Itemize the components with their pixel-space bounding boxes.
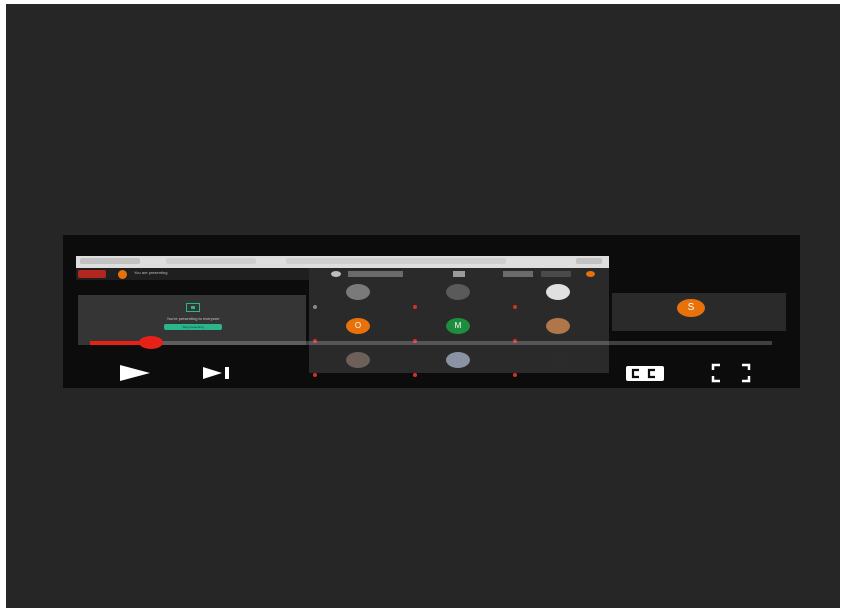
present-screen-icon xyxy=(186,303,200,312)
letterbox-area xyxy=(609,235,800,293)
participant-avatar xyxy=(446,284,470,300)
participant-tile xyxy=(409,281,509,315)
participant-name-bar xyxy=(513,373,605,378)
participant-tile xyxy=(409,349,509,383)
participant-tile xyxy=(309,349,409,383)
presenter-avatar xyxy=(118,270,127,279)
participant-tile xyxy=(509,281,609,315)
play-icon[interactable] xyxy=(118,364,152,382)
participant-avatar xyxy=(346,352,370,368)
participant-avatar xyxy=(346,284,370,300)
participant-avatar xyxy=(546,352,570,368)
embedded-browser-toolbar xyxy=(76,256,609,268)
recording-indicator xyxy=(78,270,106,278)
speaker-avatar: S xyxy=(677,299,705,317)
participant-name-bar xyxy=(313,305,405,310)
closed-captions-icon[interactable] xyxy=(625,365,665,382)
participant-avatar xyxy=(546,318,570,334)
presenting-panel: You're presenting to everyone Stop prese… xyxy=(78,295,306,345)
video-player[interactable]: You are presenting You're presenting to … xyxy=(63,235,800,388)
progress-scrubber[interactable] xyxy=(139,336,164,349)
participant-name-bar xyxy=(413,305,505,310)
video-backdrop: You are presenting You're presenting to … xyxy=(6,4,840,608)
progress-bar[interactable] xyxy=(90,341,772,345)
speaker-tile: S xyxy=(612,293,786,331)
participant-avatar: M xyxy=(446,318,470,334)
participant-grid: O M xyxy=(309,268,609,378)
participant-tile xyxy=(309,281,409,315)
participant-name-bar xyxy=(413,373,505,378)
stop-presenting-button: Stop presenting xyxy=(164,324,222,330)
presenting-label: You are presenting xyxy=(134,270,168,275)
participant-name-bar xyxy=(513,305,605,310)
participant-avatar xyxy=(446,352,470,368)
participant-avatar xyxy=(546,284,570,300)
fullscreen-icon[interactable] xyxy=(711,363,751,383)
presenting-panel-text: You're presenting to everyone xyxy=(166,316,220,321)
participant-name-bar xyxy=(313,373,405,378)
participant-tile xyxy=(509,349,609,383)
meeting-top-icons xyxy=(303,268,611,280)
participant-avatar: O xyxy=(346,318,370,334)
skip-next-icon[interactable] xyxy=(202,365,232,381)
